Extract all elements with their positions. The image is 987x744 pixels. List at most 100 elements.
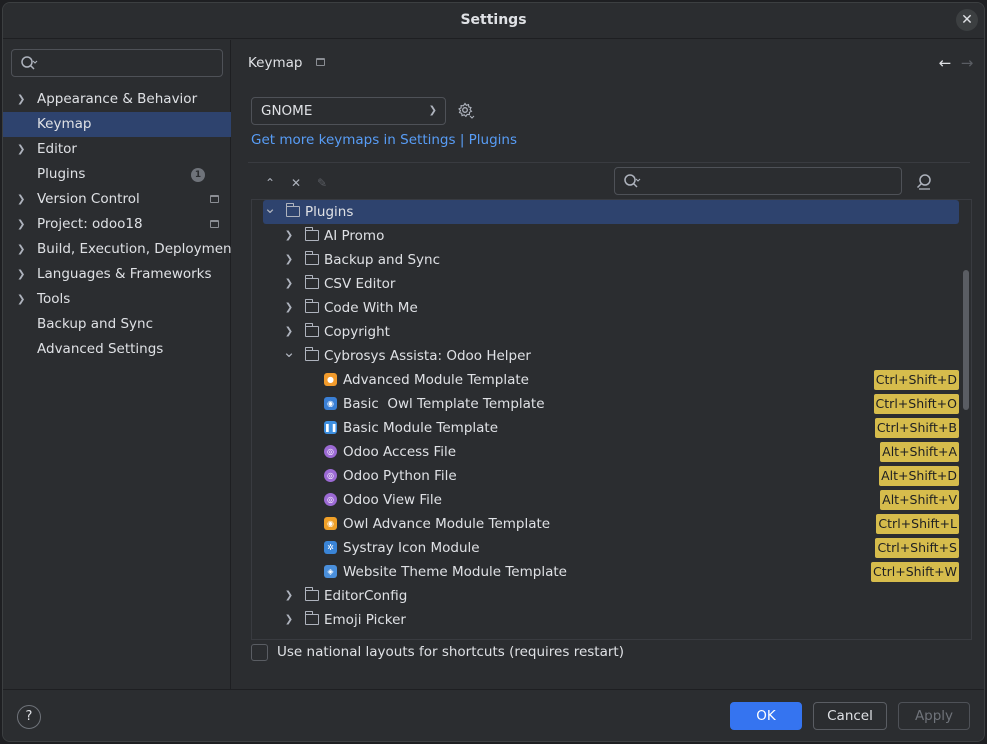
chevron-right-icon[interactable]: ❯ (282, 248, 296, 272)
sidebar-item[interactable]: Plugins 1 (3, 162, 231, 187)
tree-action-row[interactable]: ◈ Website Theme Module Template Ctrl+Shift… (252, 560, 960, 584)
folder-icon (304, 587, 319, 601)
keymap-tree: ⌄ Plugins ❯ AI Promo ❯ Backup and Sync ❯ CSV Ed… (251, 199, 972, 640)
tree-item-label: Systray Icon Module (343, 540, 480, 556)
find-by-shortcut-icon[interactable] (914, 172, 934, 192)
project-scope-icon (210, 195, 219, 203)
apply-button[interactable]: Apply (898, 702, 970, 730)
gear-icon[interactable] (457, 102, 475, 120)
back-arrow-icon[interactable]: ← (934, 54, 956, 72)
chevron-right-icon[interactable]: ❯ (17, 187, 29, 212)
title-bar: Settings ✕ (3, 3, 984, 39)
tree-action-row[interactable]: ◉ Owl Advance Module Template Ctrl+Shift+L (252, 512, 960, 536)
folder-icon (285, 203, 300, 217)
tree-item-label: Owl Advance Module Template (343, 516, 551, 532)
tree-folder-row[interactable]: ⌄ Cybrosys Assista: Odoo Helper (252, 344, 960, 368)
sidebar-item[interactable]: ❯ Version Control (3, 187, 231, 212)
forward-arrow-icon[interactable]: → (956, 54, 978, 72)
action-icon: ◎ (324, 493, 337, 506)
chevron-down-icon[interactable]: ⌄ (263, 200, 277, 224)
chevron-right-icon[interactable]: ❯ (17, 212, 29, 237)
tree-item-label: Plugins (305, 204, 354, 220)
sidebar-item[interactable]: ❯ Editor (3, 137, 231, 162)
divider (248, 162, 970, 163)
dialog-title: Settings (460, 12, 527, 28)
tree-folder-row[interactable]: ❯ Copyright (252, 320, 960, 344)
cancel-button[interactable]: Cancel (813, 702, 887, 730)
chevron-right-icon[interactable]: ❯ (17, 287, 29, 312)
expand-all-icon[interactable]: ⌃ (260, 173, 280, 193)
chevron-right-icon[interactable]: ❯ (282, 224, 296, 248)
sidebar-item[interactable]: Advanced Settings (3, 337, 231, 362)
shortcut-badge: Ctrl+Shift+O (873, 394, 959, 414)
search-icon (624, 174, 641, 188)
tree-action-row[interactable]: ◎ Odoo Python File Alt+Shift+D (252, 464, 960, 488)
tree-folder-row[interactable]: ❯ AI Promo (252, 224, 960, 248)
folder-icon (304, 323, 319, 337)
sidebar-item-label: Backup and Sync (37, 316, 154, 332)
help-button[interactable]: ? (17, 705, 41, 729)
tree-action-row[interactable]: ◎ Odoo Access File Alt+Shift+A (252, 440, 960, 464)
action-icon: ✲ (324, 541, 337, 554)
tree-item-label: AI Promo (324, 228, 385, 244)
tree-folder-row[interactable]: ❯ EditorConfig (252, 584, 960, 608)
tree-folder-row[interactable]: ⌄ Plugins (263, 200, 959, 224)
shortcut-badge: Ctrl+Shift+W (871, 562, 959, 582)
sidebar-item[interactable]: ❯ Appearance & Behavior (3, 87, 231, 112)
national-layouts-checkbox[interactable] (251, 644, 268, 661)
chevron-down-icon[interactable]: ⌄ (282, 344, 296, 368)
chevron-right-icon[interactable]: ❯ (17, 137, 29, 162)
chevron-right-icon[interactable]: ❯ (282, 320, 296, 344)
sidebar-item[interactable]: Keymap (3, 112, 231, 137)
sidebar-search-input[interactable] (11, 49, 223, 77)
chevron-down-icon: ❯ (428, 105, 437, 116)
tree-item-label: Odoo Python File (343, 468, 457, 484)
folder-icon (304, 275, 319, 289)
tree-item-label: Backup and Sync (324, 252, 441, 268)
sidebar-item-label: Appearance & Behavior (37, 91, 198, 107)
chevron-right-icon[interactable]: ❯ (282, 584, 296, 608)
keymap-dropdown[interactable]: GNOME ❯ (251, 97, 446, 125)
sidebar-item[interactable]: ❯ Build, Execution, Deployment (3, 237, 237, 262)
ok-button[interactable]: OK (730, 702, 802, 730)
chevron-right-icon[interactable]: ❯ (282, 272, 296, 296)
action-search-input[interactable] (614, 167, 902, 195)
tree-action-row[interactable]: ◉ Basic Owl Template Template Ctrl+Shift+O (252, 392, 960, 416)
tree-action-row[interactable]: ✲ Systray Icon Module Ctrl+Shift+S (252, 536, 960, 560)
tree-folder-row[interactable]: ❯ Backup and Sync (252, 248, 960, 272)
tree-item-label: Odoo View File (343, 492, 442, 508)
sidebar-item[interactable]: ❯ Languages & Frameworks (3, 262, 231, 287)
tree-scrollbar[interactable] (963, 270, 969, 410)
tree-folder-row[interactable]: ❯ Emoji Picker (252, 608, 960, 632)
close-button[interactable]: ✕ (956, 9, 978, 31)
tree-action-row[interactable]: ◎ Odoo View File Alt+Shift+V (252, 488, 960, 512)
edit-shortcut-icon[interactable]: ✎ (312, 173, 332, 193)
search-icon (21, 56, 38, 70)
keymap-panel: Keymap ← → GNOME ❯ Get more keymaps in Se… (232, 40, 984, 689)
chevron-right-icon[interactable]: ❯ (17, 262, 29, 287)
action-icon: ◎ (324, 469, 337, 482)
shortcut-badge: Ctrl+Shift+S (875, 538, 959, 558)
tree-folder-row[interactable]: ❯ Code With Me (252, 296, 960, 320)
sidebar-item[interactable]: ❯ Project: odoo18 (3, 212, 231, 237)
sidebar: ❯ Appearance & Behavior Keymap ❯ Editor Plugi… (3, 40, 237, 689)
sidebar-item[interactable]: ❯ Tools (3, 287, 231, 312)
chevron-right-icon[interactable]: ❯ (282, 296, 296, 320)
sidebar-item[interactable]: Backup and Sync (3, 312, 231, 337)
shortcut-badge: Ctrl+Shift+L (876, 514, 959, 534)
chevron-right-icon[interactable]: ❯ (282, 608, 296, 632)
shortcut-badge: Alt+Shift+D (879, 466, 959, 486)
chevron-right-icon[interactable]: ❯ (17, 87, 29, 112)
tree-action-row[interactable]: ❚❚ Basic Module Template Ctrl+Shift+B (252, 416, 960, 440)
folder-icon (304, 299, 319, 313)
chevron-right-icon[interactable]: ❯ (17, 237, 29, 262)
sidebar-item-label: Keymap (37, 116, 92, 132)
tree-action-row[interactable]: ● Advanced Module Template Ctrl+Shift+D (252, 368, 960, 392)
tree-folder-row[interactable]: ❯ CSV Editor (252, 272, 960, 296)
tree-toolbar: ⌃ ✕ ✎ (260, 173, 338, 193)
page-title: Keymap (248, 55, 303, 71)
folder-icon (304, 251, 319, 265)
more-keymaps-link[interactable]: Get more keymaps in Settings | Plugins (251, 132, 517, 148)
collapse-all-icon[interactable]: ✕ (286, 173, 306, 193)
tree-item-label: Website Theme Module Template (343, 564, 567, 580)
